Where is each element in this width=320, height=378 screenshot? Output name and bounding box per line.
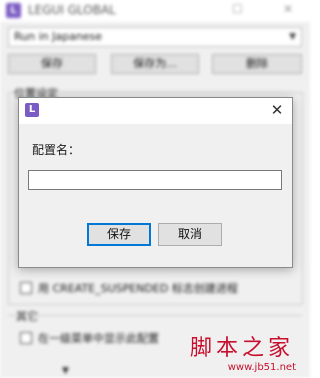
- profile-name-label: 配置名：: [32, 143, 81, 157]
- group-frame-right: [302, 92, 303, 304]
- group-frame-bottom: [8, 304, 303, 305]
- checkbox-icon[interactable]: [20, 332, 32, 344]
- watermark-logo: 脚本之家: [189, 336, 294, 361]
- create-suspended-checkbox[interactable]: 用 CREATE_SUSPENDED 标志创建进程: [20, 280, 238, 296]
- chevron-down-icon[interactable]: ▼: [289, 28, 296, 46]
- app-title: LEGUI GLOBAL: [28, 3, 116, 17]
- profile-name-dialog: L ✕ 配置名： 保存 取消: [18, 97, 293, 268]
- close-icon[interactable]: ✕: [268, 101, 286, 119]
- scroll-down-icon[interactable]: ▼: [62, 366, 69, 376]
- profile-name-input[interactable]: [28, 170, 282, 190]
- other-group-label: 其它: [16, 310, 38, 323]
- save-button[interactable]: 保存: [8, 54, 96, 74]
- show-in-menu-label: 在一级菜单中显示此配置: [38, 332, 159, 345]
- maximize-icon[interactable]: ☐: [232, 2, 243, 16]
- dialog-save-button[interactable]: 保存: [87, 223, 151, 246]
- checkbox-icon[interactable]: [20, 282, 32, 294]
- show-in-menu-checkbox[interactable]: 在一级菜单中显示此配置: [20, 330, 159, 346]
- profile-select[interactable]: Run in Japanese ▼: [8, 27, 302, 47]
- save-as-button[interactable]: 保存为...: [111, 54, 199, 74]
- dialog-cancel-button[interactable]: 取消: [158, 223, 222, 246]
- profile-select-value: Run in Japanese: [14, 30, 103, 43]
- delete-button[interactable]: 删除: [212, 54, 302, 74]
- main-titlebar: L LEGUI GLOBAL ☐ ✕: [0, 0, 310, 22]
- app-logo-icon: L: [25, 103, 39, 117]
- dialog-titlebar: L ✕: [19, 98, 292, 124]
- group-frame-left: [8, 92, 9, 304]
- create-suspended-label: 用 CREATE_SUSPENDED 标志创建进程: [38, 282, 238, 295]
- app-logo-icon: L: [6, 3, 21, 18]
- watermark-url: www.jb51.net: [227, 362, 296, 373]
- other-frame-top: [8, 315, 302, 316]
- close-icon[interactable]: ✕: [283, 2, 293, 16]
